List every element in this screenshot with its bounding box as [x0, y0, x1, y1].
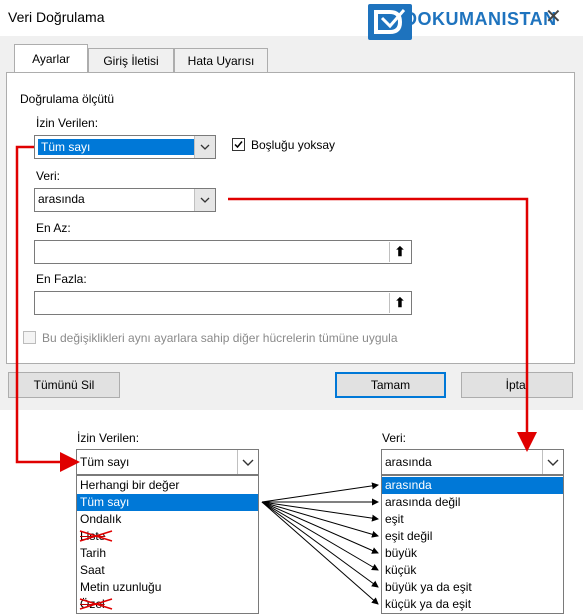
red-arrow-data: [228, 197, 537, 452]
red-arrow-allow: [15, 145, 80, 472]
red-cross-ozel: [79, 598, 113, 610]
red-cross-liste: [79, 530, 113, 542]
annotation-arrows: [15, 145, 537, 610]
